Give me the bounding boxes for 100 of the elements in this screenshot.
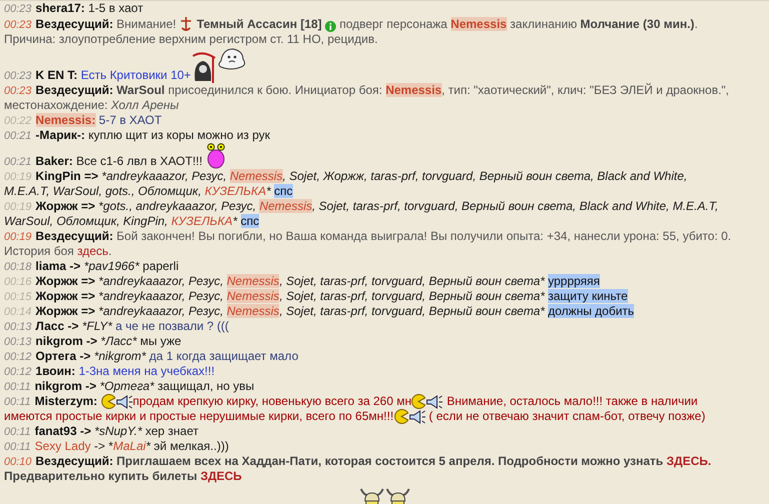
recipient-list: , Sojet, taras-prf, torvguard, Верный воин света* (279, 304, 548, 318)
message-text: заклинанию (509, 17, 578, 31)
sender-name[interactable]: Baker: (36, 154, 73, 168)
message-text: , тип: "хаотический", клич: "БЕЗ ЭЛЕЙ и драокнов.", (442, 83, 730, 97)
sender-name[interactable]: Ортега -> (36, 349, 91, 363)
recipient-list: * (232, 214, 241, 228)
horn-icon (408, 410, 426, 424)
message-text: куплю щит из коры можно из рук (87, 128, 270, 142)
message-text: Темный Ассасин [18] (196, 17, 323, 31)
sender-name[interactable]: Вездесущий: (36, 17, 114, 31)
message-time: 00:23 (4, 19, 32, 31)
message-time: 00:23 (4, 70, 32, 82)
message-text: История боя (4, 244, 75, 258)
message-text: . (694, 17, 698, 31)
message-time: 00:11 (4, 381, 31, 393)
message-time: 00:11 (4, 426, 31, 438)
pacman-icon (394, 409, 409, 424)
player-name[interactable]: КУЗЕЛЬКА (171, 214, 233, 228)
selected-text: урррряяя (548, 274, 600, 288)
sender-name[interactable]: liama -> (36, 259, 81, 273)
link[interactable]: ЗДЕСЬ (200, 469, 242, 483)
recipient-list: *andreykaaazor, Резус, (95, 289, 227, 303)
recipient-list: * (266, 184, 274, 198)
message-text: Внимание! (116, 17, 178, 31)
sender-name[interactable]: Жоржж => (36, 289, 96, 303)
location-text: Холл Арены (111, 98, 179, 112)
message-text: эй мелкая..))) (152, 439, 229, 453)
recipient-list: * (146, 439, 150, 453)
message-text: . (108, 244, 112, 258)
sender-name[interactable]: Misterzym: (34, 394, 101, 408)
message-time: 00:21 (4, 156, 32, 168)
reaper-icon (190, 51, 217, 83)
message-time: 00:23 (4, 3, 32, 15)
message-text: Молчание (30 мин.) (580, 17, 694, 31)
message-text: 1-3на меня на учебках!!! (78, 364, 215, 378)
recipient-list: *sNupY.* (91, 424, 142, 438)
horn-icon (426, 395, 444, 409)
message-text: Предварительно купить билеты (4, 469, 198, 483)
sender-name[interactable]: fanat93 -> (34, 424, 92, 438)
message-text: да 1 когда защищает мало (148, 349, 298, 363)
recipient-list: , Sojet, taras-prf, torvguard, Верный воин света* (279, 289, 548, 303)
selected-text: защиту киньте (548, 289, 628, 303)
message-text: -> * (93, 439, 114, 453)
sender-name[interactable]: Sexy Lady (34, 439, 91, 453)
recipient-list: *Ортега* (96, 379, 154, 393)
sender-name[interactable]: Вездесущий: (36, 83, 114, 97)
message-text: а че не позвали ? ((( (114, 319, 229, 333)
message-time: 00:13 (4, 336, 32, 348)
sender-name[interactable]: -Марик-: (36, 128, 86, 142)
recipient-list: *Ласс* (97, 334, 137, 348)
sender-name[interactable]: shera17: (36, 1, 85, 15)
message-text: ( если не отвечаю значит спам-бот, отвечу позже) (428, 409, 706, 423)
message-text: WarSoul (116, 83, 165, 97)
helmet-icon (358, 487, 384, 504)
ghost-icon (216, 47, 247, 71)
message-text: 1-5 в хаот (87, 1, 144, 15)
message-text: продам крепкую кирку, новенькую всего за 260 мн (132, 394, 412, 408)
message-time: 00:18 (4, 261, 32, 273)
message-text: paperli (142, 259, 179, 273)
player-name[interactable]: КУЗЕЛЬКА (204, 184, 266, 198)
link[interactable]: здесь (77, 244, 108, 258)
message-text: Есть Критовики 10+ (80, 68, 191, 82)
message-time: 00:19 (4, 231, 32, 243)
message-text: 5-7 в ХАОТ (98, 113, 162, 127)
sender-name[interactable]: K EN T: (36, 68, 78, 82)
recipient-list: *andreykaaazor, Резус, (95, 274, 227, 288)
message-text: имеются простые кирки и простые нерушимые кирки, всего по 65мн!!! (4, 409, 394, 423)
message-time: 00:13 (4, 321, 32, 333)
message-text: местонахождение: (4, 98, 109, 112)
message-time: 00:12 (4, 366, 32, 378)
message-time: 00:16 (4, 276, 32, 288)
sender-name[interactable]: Жоржж => (36, 274, 96, 288)
message-text: подверг персонажа (338, 17, 448, 31)
recipient-list: M.E.A.T, WarSoul, gots., Обломщик, (4, 184, 205, 198)
recipient-list: *nikgrom* (90, 349, 146, 363)
message-time: 00:19 (4, 201, 32, 213)
recipient-list: , Sojet, taras-prf, torvguard, Верный воин света* (279, 274, 548, 288)
sender-name[interactable]: Вездесущий: (36, 454, 114, 468)
message-time: 00:14 (4, 306, 32, 318)
recipient-list: *andreykaaazor, Резус, (95, 304, 227, 318)
sender-name[interactable]: nikgrom -> (36, 334, 98, 348)
sender-name[interactable]: Жоржж => (36, 199, 96, 213)
message-text: присоединился к бою. Инициатор боя: (167, 83, 384, 97)
message-time: 00:23 (4, 85, 32, 97)
player-name[interactable]: MaLai (113, 439, 146, 453)
sender-name[interactable]: 1воин: (36, 364, 76, 378)
helmet-icon (384, 487, 410, 504)
link[interactable]: ЗДЕСЬ. (666, 454, 712, 468)
sender-name[interactable]: Ласс -> (36, 319, 79, 333)
info-icon[interactable] (325, 21, 336, 32)
sender-name[interactable]: Жоржж => (36, 304, 96, 318)
selected-text: должны добить (548, 304, 634, 318)
message-time: 00:12 (4, 351, 32, 363)
recipient-list: *pav1966* (80, 259, 140, 273)
sender-name[interactable]: Вездесущий: (36, 229, 114, 243)
message-text: Приглашаем всех на Хаддан-Пати, которая состоится 5 апреля. Подробности можно узнать (116, 454, 664, 468)
recipient-list: , Sojet, taras-prf, torvguard, Верный воин света, Black and White, M.E.A.T, (312, 199, 718, 213)
recipient-list: *gots., andreykaaazor, Резус, (95, 199, 260, 213)
sender-name[interactable]: nikgrom -> (34, 379, 96, 393)
sender-name[interactable]: KingPin => (36, 169, 98, 183)
